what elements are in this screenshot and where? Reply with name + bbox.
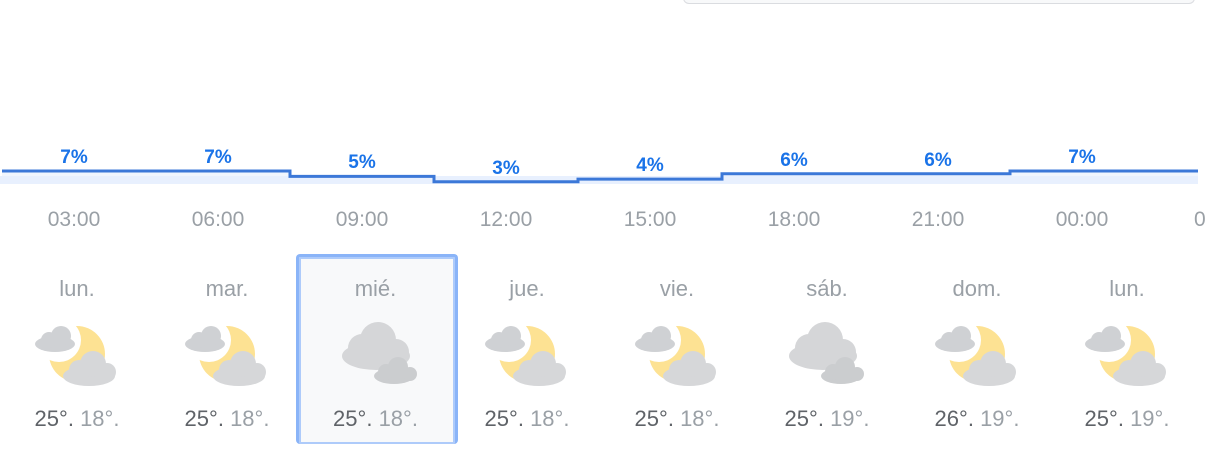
- precip-label: 3%: [492, 157, 520, 179]
- day-tile[interactable]: jue. 25°. 18°.: [452, 254, 602, 444]
- day-name: dom.: [952, 276, 1002, 301]
- hour-label: 12:00: [479, 208, 533, 231]
- temp-min: 19°.: [830, 406, 870, 431]
- hour-label: 18:00: [767, 208, 821, 231]
- temp-min: 19°.: [1130, 406, 1170, 431]
- precip-label: 5%: [348, 152, 376, 174]
- day-name: mié.: [354, 276, 397, 301]
- cloudy-icon: [779, 320, 875, 390]
- day-name: sáb.: [806, 276, 848, 301]
- precip-label: 7%: [60, 147, 88, 168]
- day-tile[interactable]: mar. 25°. 18°.: [152, 254, 302, 444]
- moon-cloud-icon: [629, 318, 725, 390]
- day-name: vie.: [659, 276, 695, 301]
- temp-max: 26°.: [934, 406, 974, 431]
- day-name: mar.: [205, 276, 249, 301]
- moon-cloud-icon: [179, 318, 275, 390]
- day-tile[interactable]: lun. 25°. 19°.: [1052, 254, 1202, 444]
- hour-label: 21:00: [911, 208, 965, 231]
- day-temperatures: 25°. 19°.: [1052, 406, 1202, 432]
- day-tile[interactable]: dom. 26°. 19°.: [902, 254, 1052, 444]
- precipitation-chart: [0, 169, 1198, 184]
- hour-label: 15:00: [623, 208, 677, 231]
- temp-min: 18°.: [378, 406, 418, 431]
- hour-label: 06:00: [191, 208, 245, 231]
- precip-label: 6%: [924, 149, 952, 171]
- temp-max: 25°.: [634, 406, 674, 431]
- temp-max: 25°.: [784, 406, 824, 431]
- precip-label: 6%: [780, 149, 808, 171]
- moon-cloud-icon: [29, 318, 125, 390]
- cloudy-icon: [332, 320, 428, 390]
- day-tile[interactable]: vie. 25°. 18°.: [602, 254, 752, 444]
- moon-cloud-icon: [1079, 318, 1175, 390]
- temp-min: 18°.: [230, 406, 270, 431]
- day-tile[interactable]: mié. 25°. 18°.: [296, 254, 458, 444]
- temp-max: 25°.: [484, 406, 524, 431]
- day-tile[interactable]: lun. 25°. 18°.: [2, 254, 152, 444]
- day-temperatures: 25°. 18°.: [296, 406, 455, 432]
- temp-min: 18°.: [680, 406, 720, 431]
- temp-min: 18°.: [80, 406, 120, 431]
- day-tile[interactable]: sáb. 25°. 19°.: [752, 254, 902, 444]
- temp-min: 18°.: [530, 406, 570, 431]
- day-temperatures: 25°. 19°.: [752, 406, 902, 432]
- moon-cloud-icon: [929, 318, 1025, 390]
- temp-max: 25°.: [184, 406, 224, 431]
- hour-label: 00:00: [1055, 208, 1109, 231]
- day-temperatures: 25°. 18°.: [602, 406, 752, 432]
- day-temperatures: 25°. 18°.: [452, 406, 602, 432]
- precip-label: 7%: [1068, 147, 1096, 168]
- precip-label: 7%: [204, 147, 232, 168]
- day-temperatures: 25°. 18°.: [2, 406, 152, 432]
- temp-max: 25°.: [333, 406, 373, 431]
- day-name: lun.: [1109, 276, 1145, 301]
- day-temperatures: 25°. 18°.: [152, 406, 302, 432]
- precip-label: 4%: [636, 155, 664, 177]
- hour-label: 09:00: [335, 208, 389, 231]
- hour-label: 03:00: [47, 208, 101, 231]
- temp-max: 25°.: [34, 406, 74, 431]
- temp-min: 19°.: [980, 406, 1020, 431]
- day-name: jue.: [509, 276, 545, 301]
- moon-cloud-icon: [479, 318, 575, 390]
- day-temperatures: 26°. 19°.: [902, 406, 1052, 432]
- temp-max: 25°.: [1084, 406, 1124, 431]
- day-name: lun.: [59, 276, 95, 301]
- hour-label-partial: 0: [1194, 208, 1206, 231]
